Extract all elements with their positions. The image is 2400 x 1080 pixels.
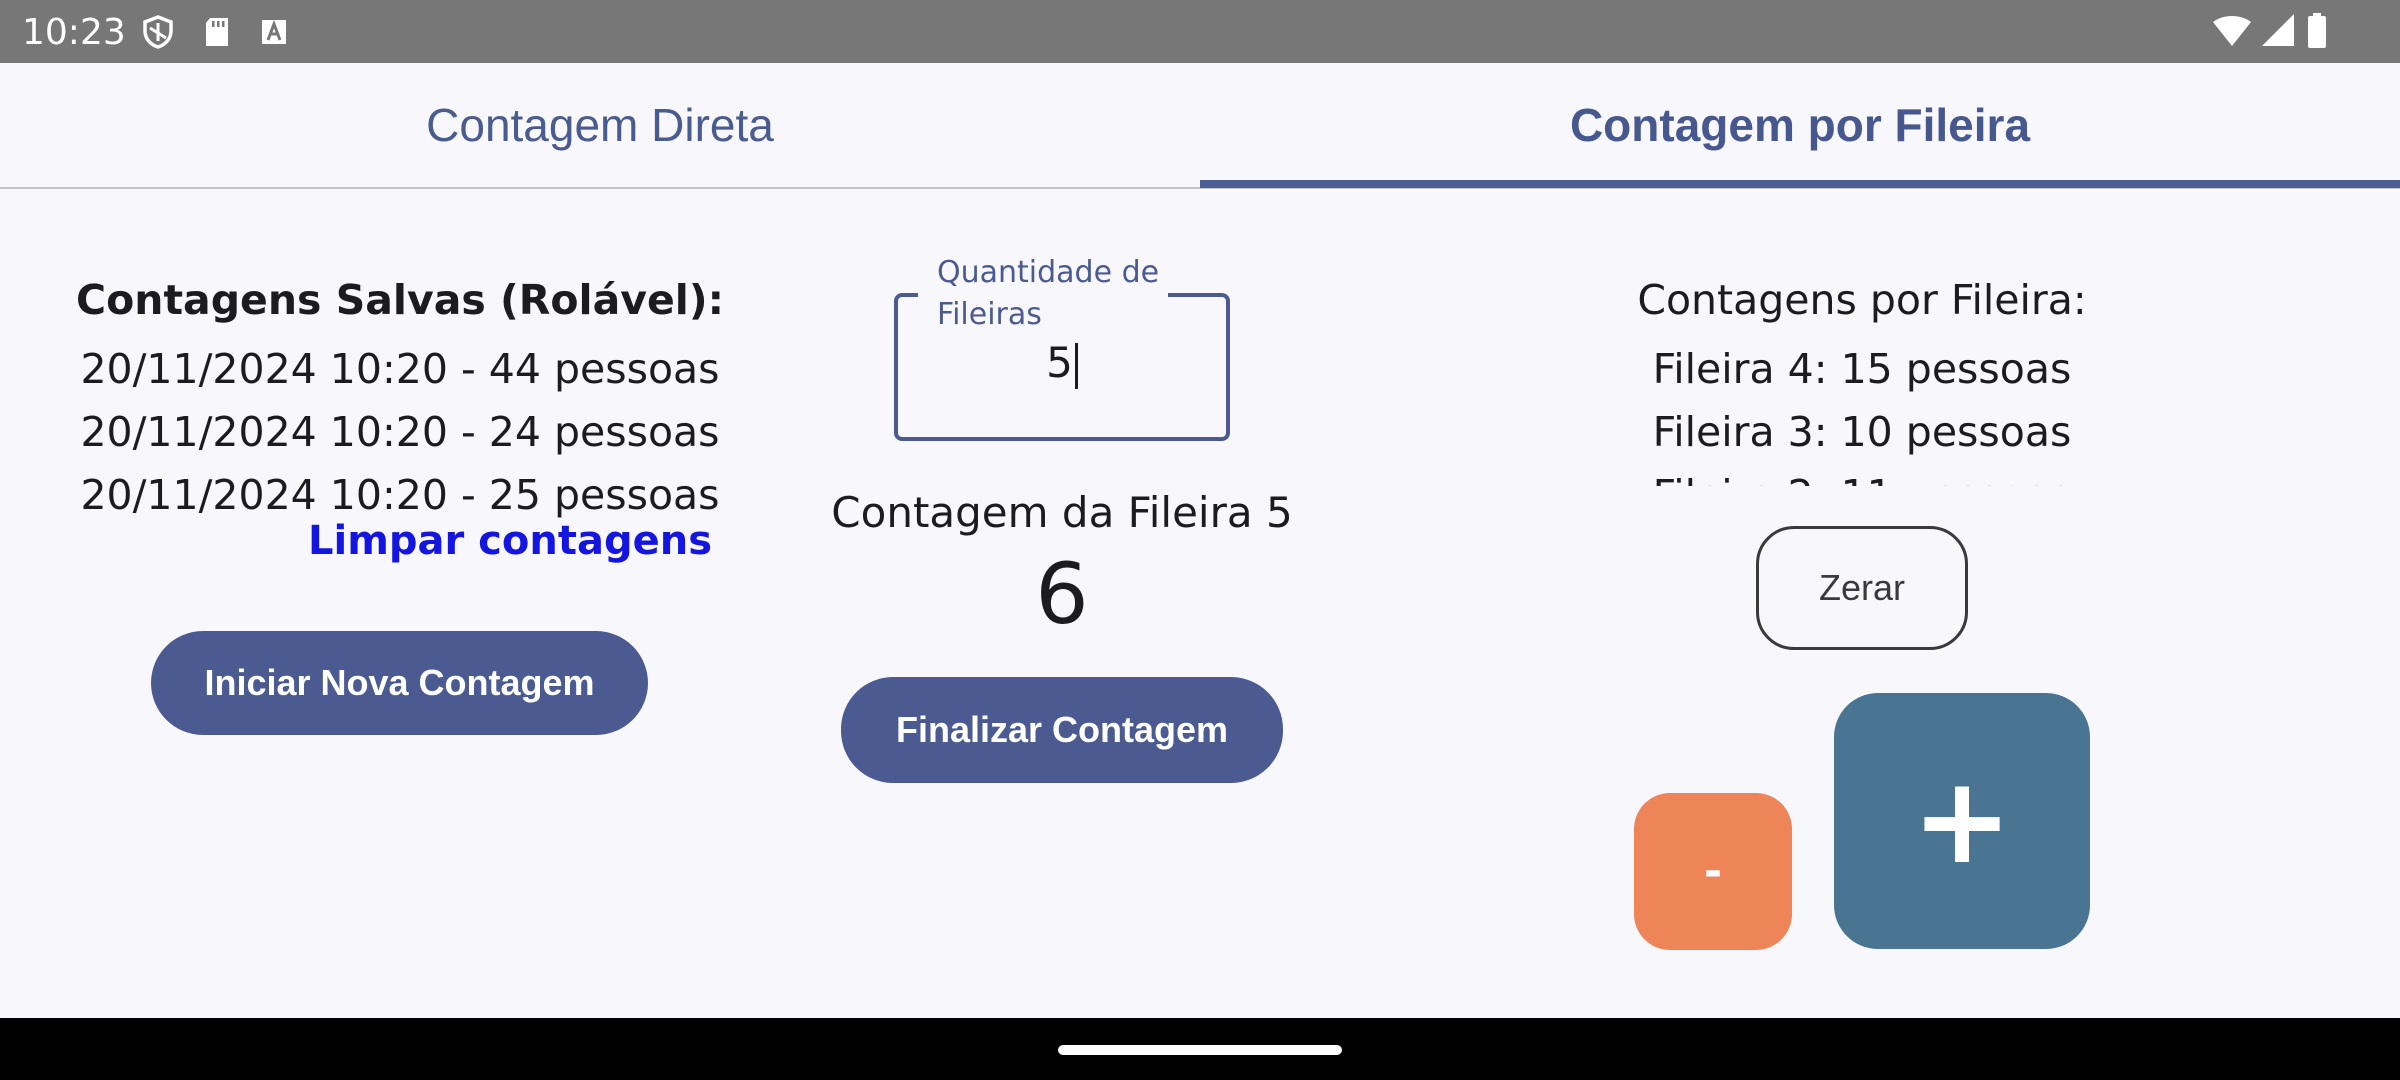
active-tab-indicator — [1200, 180, 2400, 188]
list-item: Fileira 3: 10 pessoas — [1652, 408, 2072, 456]
tab-contagem-direta[interactable]: Contagem Direta — [0, 63, 1200, 187]
tab-bar: Contagem Direta Contagem por Fileira — [0, 63, 2400, 189]
clear-counts-link[interactable]: Limpar contagens — [60, 518, 712, 564]
increment-button[interactable]: + — [1834, 693, 2090, 949]
signal-icon — [2260, 12, 2296, 50]
home-gesture-handle[interactable] — [1058, 1045, 1342, 1055]
saved-counts-list[interactable]: 20/11/2024 10:20 - 44 pessoas 20/11/2024… — [60, 338, 740, 527]
list-item: 20/11/2024 10:20 - 24 pessoas — [80, 408, 720, 456]
list-item: Fileira 2: 11 pessoas — [1560, 464, 2164, 486]
rows-quantity-input[interactable]: 5 — [894, 338, 1230, 389]
per-row-counts-list[interactable]: Fileira 4: 15 pessoas Fileira 3: 10 pess… — [1560, 338, 2164, 486]
list-item: Fileira 4: 15 pessoas — [1652, 345, 2072, 393]
tab-contagem-por-fileira[interactable]: Contagem por Fileira — [1200, 63, 2400, 187]
text-caret — [1074, 342, 1078, 389]
status-time: 10:23 — [22, 12, 126, 53]
keyboard-a-icon — [256, 14, 292, 50]
current-row-count: 6 — [1035, 545, 1089, 643]
decrement-button[interactable]: - — [1634, 793, 1792, 950]
battery-icon — [2306, 12, 2328, 50]
wifi-icon — [2212, 12, 2252, 50]
status-bar: 10:23 — [0, 0, 2400, 63]
sd-card-icon — [199, 14, 235, 50]
reset-button[interactable]: Zerar — [1756, 526, 1968, 650]
start-new-count-button[interactable]: Iniciar Nova Contagem — [151, 631, 648, 735]
rows-quantity-value: 5 — [1046, 338, 1073, 387]
rows-quantity-label: Quantidade de Fileiras — [937, 255, 1160, 332]
per-row-counts-title: Contagens por Fileira: — [1637, 276, 2087, 324]
current-row-label: Contagem da Fileira 5 — [831, 488, 1293, 537]
shield-icon — [140, 14, 176, 50]
finish-count-button[interactable]: Finalizar Contagem — [841, 677, 1283, 783]
list-item: 20/11/2024 10:20 - 44 pessoas — [80, 345, 720, 393]
saved-counts-title: Contagens Salvas (Rolável): — [76, 276, 724, 324]
